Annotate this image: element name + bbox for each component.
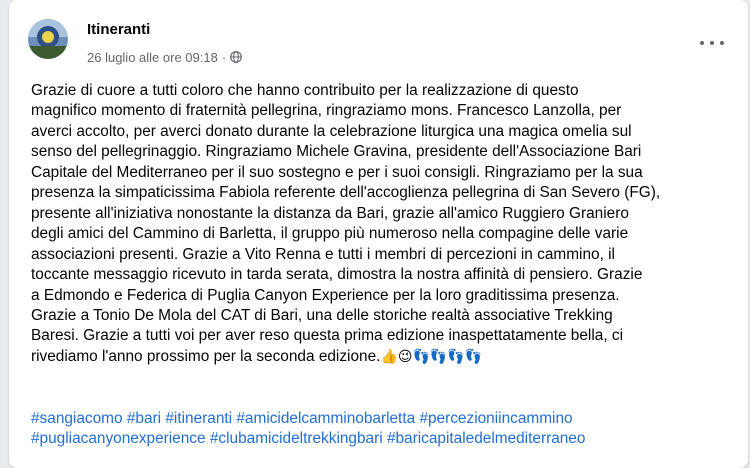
post-text-line: toccante messaggio ricevuto in tarda ser… bbox=[31, 266, 643, 284]
post-text-line: Grazie a Tonio De Mola del CAT di Bari, … bbox=[31, 306, 613, 324]
more-dot bbox=[710, 41, 714, 45]
hashtag-link[interactable]: #itineranti bbox=[165, 410, 232, 427]
avatar-image bbox=[28, 19, 68, 59]
post-text-line: presente all'iniziativa nonostante la di… bbox=[31, 204, 629, 222]
hashtag-link[interactable]: #sangiacomo bbox=[31, 410, 123, 427]
post-text-line: rivediamo l'anno prossimo per la seconda… bbox=[31, 347, 741, 367]
more-dot bbox=[720, 41, 724, 45]
more-options-icon[interactable] bbox=[700, 35, 724, 51]
post-text-line: a Edmondo e Federica di Puglia Canyon Ex… bbox=[31, 286, 620, 304]
hashtag-line: #pugliacanyonexperience #clubamicideltre… bbox=[31, 429, 741, 449]
author-avatar[interactable] bbox=[28, 19, 68, 59]
hashtag-link[interactable]: #baricapitaledelmediterraneo bbox=[387, 430, 586, 447]
post-timestamp[interactable]: 26 luglio alle ore 09:18 bbox=[87, 50, 218, 65]
hashtag-list: #sangiacomo #bari #itineranti #amicidelc… bbox=[31, 409, 741, 450]
post-text-line: averci accolto, per averci donato durant… bbox=[31, 122, 632, 140]
post-card: Itineranti 26 luglio alle ore 09:18 · Gr… bbox=[9, 0, 748, 468]
globe-icon[interactable] bbox=[230, 51, 243, 63]
emoji-sequence: 👍😉👣👣👣👣 bbox=[380, 348, 483, 365]
post-text-line: degli amici del Cammino di Barletta, il … bbox=[31, 225, 629, 243]
hashtag-link[interactable]: #clubamicideltrekkingbari bbox=[210, 430, 383, 447]
author-name[interactable]: Itineranti bbox=[87, 21, 150, 38]
post-text-line: senso del pellegrinaggio. Ringraziamo Mi… bbox=[31, 143, 642, 161]
post-meta: 26 luglio alle ore 09:18 · bbox=[87, 48, 243, 66]
post-text-line: Capitale del Mediterraneo per il suo sos… bbox=[31, 163, 643, 181]
hashtag-link[interactable]: #pugliacanyonexperience bbox=[31, 430, 206, 447]
more-dot bbox=[700, 41, 704, 45]
hashtag-link[interactable]: #amicidelcamminobarletta bbox=[236, 410, 415, 427]
post-text-line: presenza la simpaticissima Fabiola refer… bbox=[31, 184, 661, 202]
hashtag-link[interactable]: #bari bbox=[127, 410, 161, 427]
hashtag-link[interactable]: #percezioniincammino bbox=[419, 410, 572, 427]
post-text-last: rivediamo l'anno prossimo per la seconda… bbox=[31, 347, 381, 365]
hashtag-line: #sangiacomo #bari #itineranti #amicidelc… bbox=[31, 409, 741, 429]
post-text-line: magnifico momento di fraternità pellegri… bbox=[31, 102, 622, 120]
post-text: Grazie di cuore a tutti coloro che hanno… bbox=[31, 81, 741, 367]
meta-separator: · bbox=[221, 49, 227, 65]
post-text-line: Grazie di cuore a tutti coloro che hanno… bbox=[31, 82, 579, 99]
post-text-line: associazioni presenti. Grazie a Vito Ren… bbox=[31, 245, 615, 263]
post-text-line: Baresi. Grazie a tutti voi per aver reso… bbox=[31, 327, 623, 345]
